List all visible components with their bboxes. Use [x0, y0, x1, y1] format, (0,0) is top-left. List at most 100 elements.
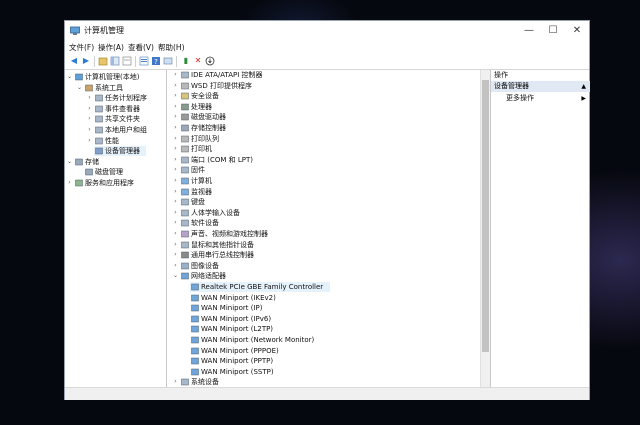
device-tree-item[interactable]: WAN Miniport (SSTP) — [170, 367, 480, 377]
console-tree-item[interactable]: 设备管理器 — [65, 146, 165, 157]
device-tree-item[interactable]: WAN Miniport (IKEv2) — [170, 293, 480, 303]
device-tree-item[interactable]: › 磁盘驱动器 — [170, 112, 480, 122]
collapsed-arrow-icon[interactable]: › — [172, 218, 179, 228]
more-actions[interactable]: 更多操作 — [506, 93, 534, 104]
uninstall-icon[interactable]: ✕ — [193, 56, 203, 66]
title-bar[interactable]: 计算机管理 — ☐ ✕ — [65, 21, 589, 41]
expanded-arrow-icon[interactable]: ⌄ — [66, 157, 73, 167]
collapsed-arrow-icon[interactable]: › — [172, 250, 179, 260]
console-tree-item[interactable]: › 本地用户和组 — [65, 125, 165, 135]
disable-icon[interactable] — [205, 56, 215, 66]
update-driver-icon[interactable]: ▮ — [181, 56, 191, 66]
collapsed-arrow-icon[interactable]: › — [172, 123, 179, 133]
device-tree-item[interactable]: › 存储控制器 — [170, 123, 480, 133]
device-tree-item[interactable]: › 固件 — [170, 165, 480, 175]
device-tree-item[interactable]: › 人体学输入设备 — [170, 208, 480, 218]
menu-file[interactable]: 文件(F) — [69, 42, 94, 53]
collapsed-arrow-icon[interactable]: › — [172, 197, 179, 207]
disk-drive-icon — [181, 113, 189, 121]
menu-help[interactable]: 帮助(H) — [158, 42, 185, 53]
console-tree-item[interactable]: › 服务和应用程序 — [65, 178, 165, 188]
device-tree-item[interactable]: › 打印队列 — [170, 134, 480, 144]
collapsed-arrow-icon[interactable]: › — [86, 104, 93, 114]
back-icon[interactable]: ◀ — [69, 56, 79, 66]
console-tree-item[interactable]: › 共享文件夹 — [65, 114, 165, 124]
collapsed-arrow-icon[interactable]: › — [172, 70, 179, 80]
device-tree-item[interactable]: › 处理器 — [170, 102, 480, 112]
collapsed-arrow-icon[interactable]: › — [86, 125, 93, 135]
device-tree-item[interactable]: › 端口 (COM 和 LPT) — [170, 155, 480, 165]
scrollbar-thumb[interactable] — [482, 80, 489, 352]
minimize-button[interactable]: — — [517, 21, 541, 41]
collapsed-arrow-icon[interactable]: › — [172, 187, 179, 197]
device-tree-item[interactable]: › 系统设备 — [170, 377, 480, 387]
device-tree-item[interactable]: › 声音、视频和游戏控制器 — [170, 229, 480, 239]
device-tree-item[interactable]: › 打印机 — [170, 144, 480, 154]
device-tree-item[interactable]: › 键盘 — [170, 197, 480, 207]
collapsed-arrow-icon[interactable]: › — [172, 155, 179, 165]
device-tree-item[interactable]: › IDE ATA/ATAPI 控制器 — [170, 70, 480, 80]
device-tree-item[interactable]: › 监视器 — [170, 187, 480, 197]
device-tree-item[interactable]: › 软件设备 — [170, 218, 480, 228]
collapsed-arrow-icon[interactable]: › — [172, 134, 179, 144]
collapsed-arrow-icon[interactable]: › — [86, 136, 93, 146]
device-tree-item[interactable]: WAN Miniport (IP) — [170, 303, 480, 313]
collapsed-arrow-icon[interactable]: › — [172, 176, 179, 186]
collapsed-arrow-icon[interactable]: › — [86, 93, 93, 103]
collapsed-arrow-icon[interactable]: › — [172, 81, 179, 91]
scan-icon[interactable] — [163, 56, 173, 66]
forward-icon[interactable]: ▶ — [81, 56, 91, 66]
device-tree-item[interactable]: WAN Miniport (IPv6) — [170, 314, 480, 324]
help-icon[interactable]: ? — [151, 56, 161, 66]
device-tree-item[interactable]: › 图像设备 — [170, 261, 480, 271]
expanded-arrow-icon[interactable]: ⌄ — [76, 83, 83, 93]
collapsed-arrow-icon[interactable]: › — [172, 165, 179, 175]
close-button[interactable]: ✕ — [565, 21, 589, 41]
console-tree-item[interactable]: ⌄ 存储 — [65, 157, 165, 167]
device-tree-item[interactable]: › WSD 打印提供程序 — [170, 81, 480, 91]
collapsed-arrow-icon[interactable]: › — [172, 240, 179, 250]
device-tree-scrollbar[interactable] — [480, 70, 490, 387]
collapse-icon[interactable]: ▲ — [581, 81, 586, 92]
actions-section-device-manager[interactable]: 设备管理器 ▲ — [491, 81, 590, 92]
export-icon[interactable] — [122, 56, 132, 66]
collapsed-arrow-icon[interactable]: › — [172, 144, 179, 154]
properties-icon[interactable] — [139, 56, 149, 66]
collapsed-arrow-icon[interactable]: › — [86, 114, 93, 124]
device-tree-item[interactable]: WAN Miniport (Network Monitor) — [170, 335, 480, 345]
console-tree-item[interactable]: › 任务计划程序 — [65, 93, 165, 103]
collapsed-arrow-icon[interactable]: › — [172, 229, 179, 239]
device-tree-item[interactable]: Realtek PCIe GBE Family Controller — [170, 282, 480, 292]
device-tree-item[interactable]: WAN Miniport (PPTP) — [170, 356, 480, 366]
console-tree-item[interactable]: › 性能 — [65, 136, 165, 146]
device-tree-item[interactable]: WAN Miniport (PPPOE) — [170, 346, 480, 356]
expanded-arrow-icon[interactable]: ⌄ — [172, 271, 179, 281]
console-tree-item[interactable]: › 事件查看器 — [65, 104, 165, 114]
menu-action[interactable]: 操作(A) — [98, 42, 124, 53]
expanded-arrow-icon[interactable]: ⌄ — [66, 72, 73, 82]
collapsed-arrow-icon[interactable]: › — [172, 91, 179, 101]
menu-view[interactable]: 查看(V) — [128, 42, 154, 53]
console-tree-icon[interactable] — [110, 56, 120, 66]
toolbar-separator — [94, 56, 95, 67]
collapsed-arrow-icon[interactable]: › — [172, 208, 179, 218]
device-tree-item[interactable]: › 鼠标和其他指针设备 — [170, 240, 480, 250]
console-tree-item[interactable]: 磁盘管理 — [65, 167, 165, 177]
services-icon — [75, 179, 83, 187]
collapsed-arrow-icon[interactable]: › — [172, 377, 179, 387]
up-icon[interactable] — [98, 56, 108, 66]
collapsed-arrow-icon[interactable]: › — [172, 102, 179, 112]
device-tree-item[interactable]: › 通用串行总线控制器 — [170, 250, 480, 260]
collapsed-arrow-icon[interactable]: › — [172, 112, 179, 122]
collapsed-arrow-icon[interactable]: › — [172, 261, 179, 271]
console-tree-item[interactable]: ⌄ 计算机管理(本地) — [65, 72, 165, 82]
device-tree-item[interactable]: › 安全设备 — [170, 91, 480, 101]
tree-item-label: 声音、视频和游戏控制器 — [191, 230, 268, 238]
device-tree-item[interactable]: WAN Miniport (L2TP) — [170, 324, 480, 334]
collapsed-arrow-icon[interactable]: › — [66, 178, 73, 188]
device-tree-item[interactable]: ⌄ 网络适配器 — [170, 271, 480, 281]
device-tree-item[interactable]: › 计算机 — [170, 176, 480, 186]
maximize-button[interactable]: ☐ — [541, 21, 565, 41]
toolbar: ◀ ▶ ? ▮ ✕ — [65, 54, 589, 70]
console-tree-item[interactable]: ⌄ 系统工具 — [65, 83, 165, 93]
